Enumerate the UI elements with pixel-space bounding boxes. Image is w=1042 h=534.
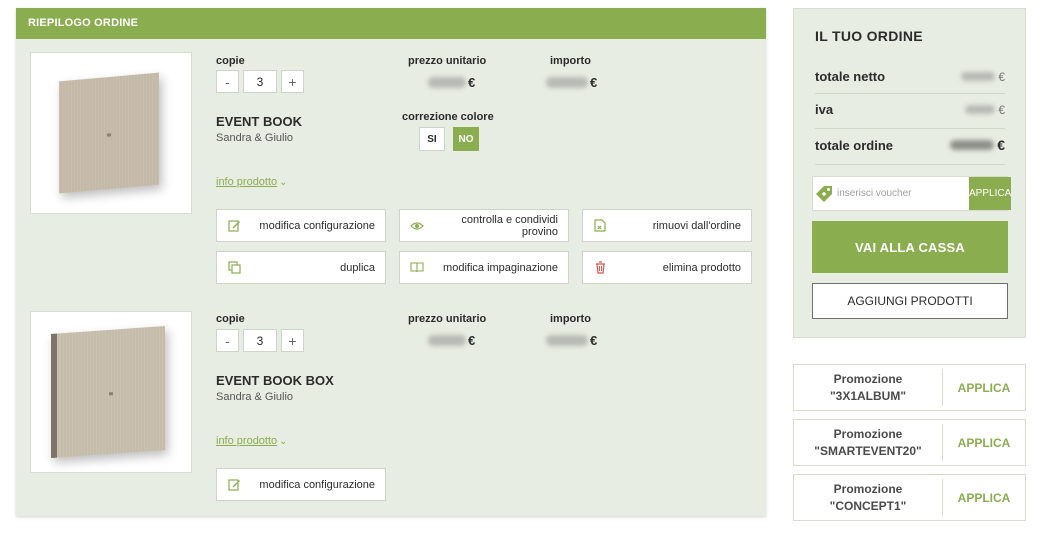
add-products-button[interactable]: AGGIUNGI PRODOTTI [812, 283, 1008, 319]
increment-button[interactable]: + [281, 329, 304, 352]
book-box-image [51, 326, 165, 458]
product-thumbnail[interactable] [30, 311, 192, 473]
edit-icon [227, 478, 241, 492]
promotion-apply-button[interactable]: APPLICA [943, 420, 1025, 465]
edit-layout-button[interactable]: modifica impaginazione [399, 251, 569, 284]
edit-configuration-button[interactable]: modifica configurazione [216, 468, 386, 501]
quantity-stepper: - 3 + [216, 329, 304, 352]
unit-price-label: prezzo unitario [408, 313, 487, 325]
amount-value: € [546, 75, 597, 90]
color-correction-no[interactable]: NO [453, 127, 479, 151]
book-open-icon [410, 261, 424, 275]
order-total-row: totale ordine € [815, 137, 1005, 153]
color-correction-toggle: SI NO [419, 127, 479, 151]
order-summary-panel: RIEPILOGO ORDINE copie - 3 + prezzo unit… [16, 8, 766, 516]
promotion-text: Promozione "CONCEPT1" [794, 479, 943, 516]
unit-price-value: € [428, 75, 475, 90]
checkout-button[interactable]: VAI ALLA CASSA [812, 221, 1008, 273]
edit-icon [227, 219, 241, 233]
copies-label: copie [216, 55, 245, 67]
color-correction-yes[interactable]: SI [419, 127, 445, 151]
product-subtitle: Sandra & Giulio [216, 391, 294, 403]
quantity-value[interactable]: 3 [243, 329, 277, 352]
delete-product-button[interactable]: elimina prodotto [582, 251, 752, 284]
duplicate-button[interactable]: duplica [216, 251, 386, 284]
voucher-tag-icon [813, 177, 835, 210]
product-subtitle: Sandra & Giulio [216, 132, 294, 144]
increment-button[interactable]: + [281, 70, 304, 93]
product-info-link[interactable]: info prodotto ⌄ [216, 435, 288, 447]
eye-icon [410, 219, 424, 233]
vat-row: iva € [815, 102, 1005, 117]
remove-from-order-button[interactable]: rimuovi dall'ordine [582, 209, 752, 242]
product-thumbnail[interactable] [30, 52, 192, 214]
amount-label: importo [550, 313, 591, 325]
summary-header: RIEPILOGO ORDINE [16, 8, 766, 39]
chevron-down-icon: ⌄ [279, 177, 288, 188]
check-share-proof-button[interactable]: controlla e condividi provino [399, 209, 569, 242]
trash-icon [593, 261, 607, 275]
edit-configuration-button[interactable]: modifica configurazione [216, 209, 386, 242]
promotion-apply-button[interactable]: APPLICA [943, 365, 1025, 410]
promotion-card: Promozione "CONCEPT1" APPLICA [793, 474, 1026, 521]
product-name: EVENT BOOK [216, 114, 302, 129]
chevron-down-icon: ⌄ [279, 436, 288, 447]
book-image [59, 72, 159, 194]
order-title: IL TUO ORDINE [815, 28, 923, 44]
promotion-apply-button[interactable]: APPLICA [943, 475, 1025, 520]
decrement-button[interactable]: - [216, 70, 239, 93]
product-name: EVENT BOOK BOX [216, 373, 334, 388]
product-card: copie - 3 + prezzo unitario € importo € … [16, 39, 766, 289]
voucher-apply-button[interactable]: APPLICA [969, 177, 1012, 210]
promotion-card: Promozione "3X1ALBUM" APPLICA [793, 364, 1026, 411]
duplicate-icon [227, 261, 241, 275]
promotion-card: Promozione "SMARTEVENT20" APPLICA [793, 419, 1026, 466]
remove-doc-icon [593, 219, 607, 233]
unit-price-label: prezzo unitario [408, 55, 487, 67]
quantity-stepper: - 3 + [216, 70, 304, 93]
unit-price-value: € [428, 333, 475, 348]
amount-value: € [546, 333, 597, 348]
product-info-link[interactable]: info prodotto ⌄ [216, 176, 288, 188]
order-totals-panel: IL TUO ORDINE totale netto € iva € total… [793, 8, 1026, 338]
voucher-input[interactable] [835, 177, 969, 210]
voucher-field: APPLICA [812, 176, 1012, 211]
color-correction-label: correzione colore [402, 111, 494, 123]
decrement-button[interactable]: - [216, 329, 239, 352]
product-card: copie - 3 + prezzo unitario € importo € … [16, 298, 766, 508]
promotion-text: Promozione "3X1ALBUM" [794, 369, 943, 406]
net-total-row: totale netto € [815, 69, 1005, 84]
quantity-value[interactable]: 3 [243, 70, 277, 93]
promotion-text: Promozione "SMARTEVENT20" [794, 424, 943, 461]
amount-label: importo [550, 55, 591, 67]
copies-label: copie [216, 313, 245, 325]
